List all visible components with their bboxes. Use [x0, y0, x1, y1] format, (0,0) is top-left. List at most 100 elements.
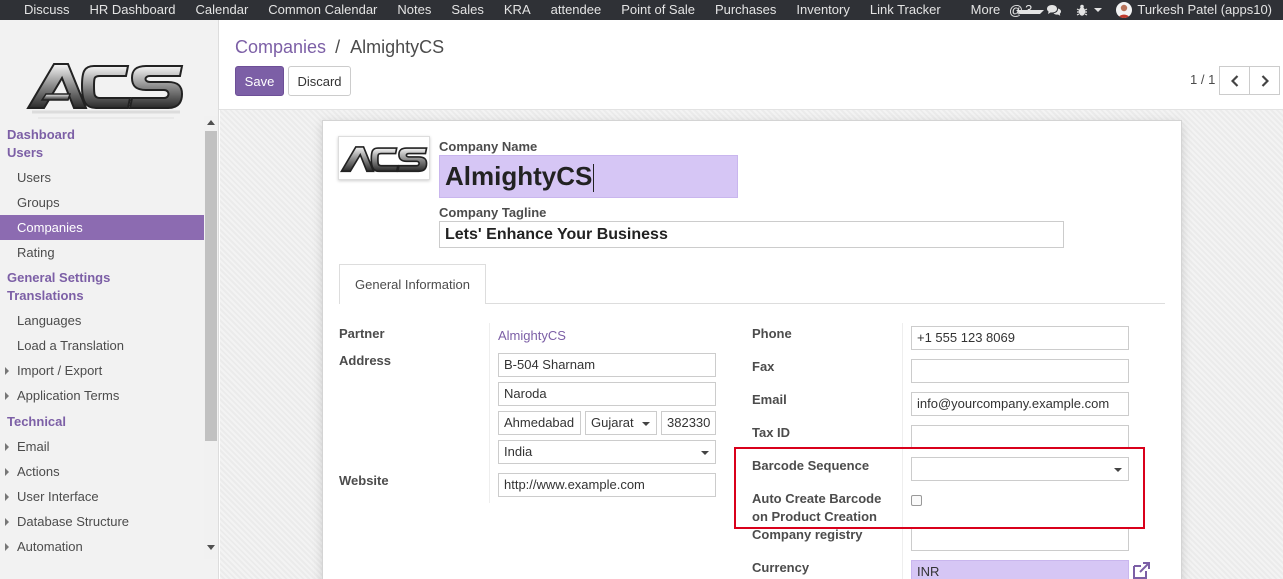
menu-calendar[interactable]: Calendar [186, 0, 259, 20]
caret-right-icon [5, 392, 9, 400]
caret-right-icon [5, 468, 9, 476]
bug-icon [1077, 4, 1088, 16]
debug-menu-button[interactable] [1069, 4, 1109, 17]
email-input[interactable]: info@yourcompany.example.com [911, 392, 1129, 416]
menu-common-calendar[interactable]: Common Calendar [258, 0, 387, 20]
menu-inventory[interactable]: Inventory [786, 0, 859, 20]
sidebar-item-import-export[interactable]: Import / Export [0, 358, 204, 383]
menu-kra[interactable]: KRA [494, 0, 541, 20]
menu-attendee[interactable]: attendee [541, 0, 612, 20]
menu-notes[interactable]: Notes [387, 0, 441, 20]
menu-point-of-sale[interactable]: Point of Sale [611, 0, 705, 20]
caret-right-icon [5, 443, 9, 451]
chevron-left-icon [1230, 74, 1238, 87]
sidebar-item-languages[interactable]: Languages [0, 308, 204, 333]
sidebar-item-automation[interactable]: Automation [0, 534, 204, 559]
company-name-label: Company Name [439, 139, 538, 154]
caret-right-icon [5, 518, 9, 526]
state-select[interactable]: Gujarat [585, 411, 657, 435]
chevron-down-icon [642, 422, 650, 426]
street-input[interactable]: B-504 Sharnam [498, 353, 716, 377]
tab-general-information[interactable]: General Information [339, 264, 486, 304]
external-link-icon [1133, 562, 1150, 579]
email-label: Email [752, 392, 787, 407]
sidebar-item-application-terms[interactable]: Application Terms [0, 383, 204, 408]
chevron-down-icon [701, 451, 709, 455]
mentions-button[interactable]: @ 3 [1002, 0, 1039, 20]
sidebar-scrollbar-thumb[interactable] [205, 131, 217, 441]
menu-discuss[interactable]: Discuss [14, 0, 80, 20]
acs-logo-icon [339, 146, 428, 173]
address-label: Address [339, 353, 392, 368]
menu-hr-dashboard[interactable]: HR Dashboard [80, 0, 186, 20]
company-tagline-label: Company Tagline [439, 205, 547, 220]
messages-button[interactable] [1039, 4, 1069, 17]
sidebar-item-user-interface[interactable]: User Interface [0, 484, 204, 509]
phone-label: Phone [752, 326, 792, 341]
fax-label: Fax [752, 359, 775, 374]
pager-value[interactable]: 1 / 1 [1190, 72, 1215, 87]
scroll-up-icon[interactable] [207, 120, 215, 125]
currency-label: Currency [752, 560, 810, 575]
systray: @ 3 Turkesh Patel (apps10) [1002, 0, 1283, 20]
currency-select[interactable]: INR [911, 560, 1129, 579]
breadcrumb: Companies / AlmightyCS [235, 37, 444, 58]
company-registry-label: Company registry [752, 527, 863, 542]
sidebar-item-load-translation[interactable]: Load a Translation [0, 333, 204, 358]
user-name: Turkesh Patel (apps10) [1137, 2, 1272, 17]
sidebar-section-users[interactable]: Users [0, 144, 204, 162]
mention-count: 3 [1025, 2, 1033, 17]
taxid-input[interactable] [911, 425, 1129, 449]
sidebar-item-groups[interactable]: Groups [0, 190, 204, 215]
sidebar-item-users[interactable]: Users [0, 165, 204, 190]
scroll-down-icon[interactable] [207, 545, 215, 550]
discard-button[interactable]: Discard [288, 66, 351, 96]
tab-active-gap [340, 303, 485, 304]
sidebar-section-general-settings[interactable]: General Settings [0, 269, 204, 287]
menu-purchases[interactable]: Purchases [705, 0, 786, 20]
pager-previous-button[interactable] [1219, 66, 1250, 95]
fax-input[interactable] [911, 359, 1129, 383]
partner-link[interactable]: AlmightyCS [498, 328, 566, 343]
column-divider [489, 323, 490, 503]
sidebar-item-email[interactable]: Email [0, 434, 204, 459]
caret-right-icon [5, 367, 9, 375]
company-name-input[interactable]: AlmightyCS [439, 155, 738, 198]
text-cursor [593, 164, 595, 193]
breadcrumb-current: AlmightyCS [350, 37, 445, 57]
taxid-label: Tax ID [752, 425, 791, 440]
website-input[interactable]: http://www.example.com [498, 473, 716, 497]
sidebar-menu: Dashboard Users Users Groups Companies R… [0, 116, 204, 559]
breadcrumb-companies[interactable]: Companies [235, 37, 326, 57]
company-tagline-input[interactable]: Lets' Enhance Your Business [439, 221, 1064, 248]
city-input[interactable]: Ahmedabad [498, 411, 581, 435]
zip-input[interactable]: 382330 [661, 411, 716, 435]
breadcrumb-separator: / [335, 37, 341, 57]
country-select[interactable]: India [498, 440, 716, 464]
sidebar-item-database-structure[interactable]: Database Structure [0, 509, 204, 534]
app-menu: Discuss HR Dashboard Calendar Common Cal… [0, 0, 1054, 20]
partner-label: Partner [339, 326, 385, 341]
company-registry-input[interactable] [911, 527, 1129, 551]
pager-next-button[interactable] [1249, 66, 1280, 95]
caret-right-icon [5, 543, 9, 551]
chevron-down-icon [1094, 8, 1103, 12]
sidebar-item-companies[interactable]: Companies [0, 215, 204, 240]
menu-sales[interactable]: Sales [441, 0, 494, 20]
company-image[interactable] [338, 136, 430, 180]
menu-link-tracker[interactable]: Link Tracker [860, 0, 951, 20]
sidebar-item-rating[interactable]: Rating [0, 240, 204, 265]
street2-input[interactable]: Naroda [498, 382, 716, 406]
sidebar-section-technical[interactable]: Technical [0, 413, 204, 431]
at-icon: @ [1008, 2, 1024, 18]
sidebar-section-translations[interactable]: Translations [0, 287, 204, 305]
save-button[interactable]: Save [235, 66, 284, 96]
phone-input[interactable]: +1 555 123 8069 [911, 326, 1129, 350]
external-link-button[interactable] [1131, 562, 1151, 579]
avatar [1116, 2, 1133, 18]
sidebar-section-dashboard[interactable]: Dashboard [0, 126, 204, 144]
chat-icon [1047, 4, 1062, 16]
user-menu[interactable]: Turkesh Patel (apps10) [1109, 0, 1279, 20]
chevron-right-icon [1261, 74, 1269, 87]
sidebar-item-actions[interactable]: Actions [0, 459, 204, 484]
